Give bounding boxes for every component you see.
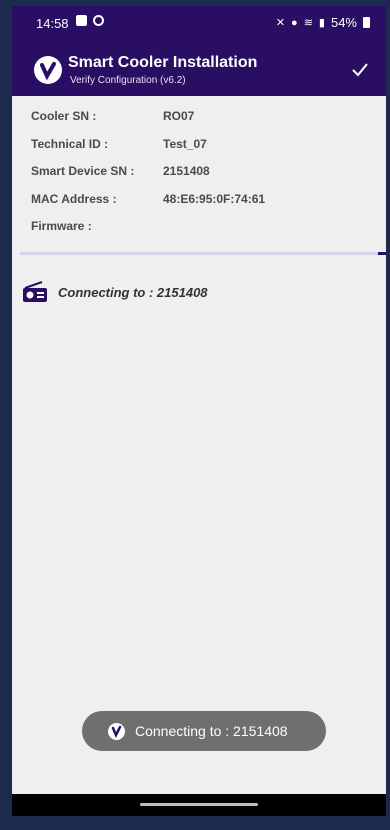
detail-value: Test_07 [163,136,207,151]
detail-value: RO07 [163,109,195,123]
connection-status: Connecting to : 2151408 [22,281,208,303]
toast-message: Connecting to : 2151408 [82,711,326,751]
progress-fill [378,252,386,255]
detail-row-firmware: Firmware : [12,214,386,242]
battery-icon [363,17,370,28]
device-details: Cooler SN : RO07 Technical ID : Test_07 … [12,104,386,242]
signal-icon: ▮ [318,17,325,29]
detail-label: Firmware : [31,219,92,233]
app-bar: Smart Cooler Installation Verify Configu… [12,42,386,96]
page-subtitle: Verify Configuration (v6.2) [70,75,186,86]
connection-status-text: Connecting to : 2151408 [58,284,208,300]
gallery-icon [76,15,87,26]
detail-row-smart-device-sn: Smart Device SN : 2151408 [12,159,386,187]
settings-circle-icon [93,15,104,26]
detail-value: 48:E6:95:0F:74:61 [163,191,266,206]
detail-label: Technical ID : [31,136,109,151]
status-right-icons: ✕ ● ≋ ▮ 54% [276,15,370,30]
detail-row-technical-id: Technical ID : Test_07 [12,132,386,160]
detail-value: 2151408 [163,164,210,178]
location-icon: ● [291,16,298,29]
detail-label: Smart Device SN : [31,164,135,178]
mute-icon: ✕ [275,17,286,29]
detail-row-cooler-sn: Cooler SN : RO07 [12,104,386,132]
detail-label: Cooler SN : [31,109,97,123]
page-title: Smart Cooler Installation [68,54,258,71]
home-handle[interactable] [140,803,258,806]
device-frame: 14:58 ✕ ● ≋ ▮ 54% Smart Cooler Installat… [0,0,390,830]
check-icon[interactable] [350,60,370,80]
navigation-bar [12,794,386,816]
detail-label: MAC Address : [31,191,117,206]
wifi-icon: ≋ [303,17,313,29]
status-time: 14:58 [36,16,69,31]
detail-row-mac-address: MAC Address : 48:E6:95:0F:74:61 [12,187,386,215]
battery-text: 54% [330,15,357,30]
radio-icon [23,281,47,302]
status-bar: 14:58 ✕ ● ≋ ▮ 54% [12,6,386,42]
phone-screen: 14:58 ✕ ● ≋ ▮ 54% Smart Cooler Installat… [12,6,386,816]
status-left-icons [76,15,104,26]
toast-text: Connecting to : 2151408 [135,723,288,739]
app-logo-icon [108,722,125,740]
connection-progress-bar [20,252,386,255]
app-logo-icon [34,56,62,84]
